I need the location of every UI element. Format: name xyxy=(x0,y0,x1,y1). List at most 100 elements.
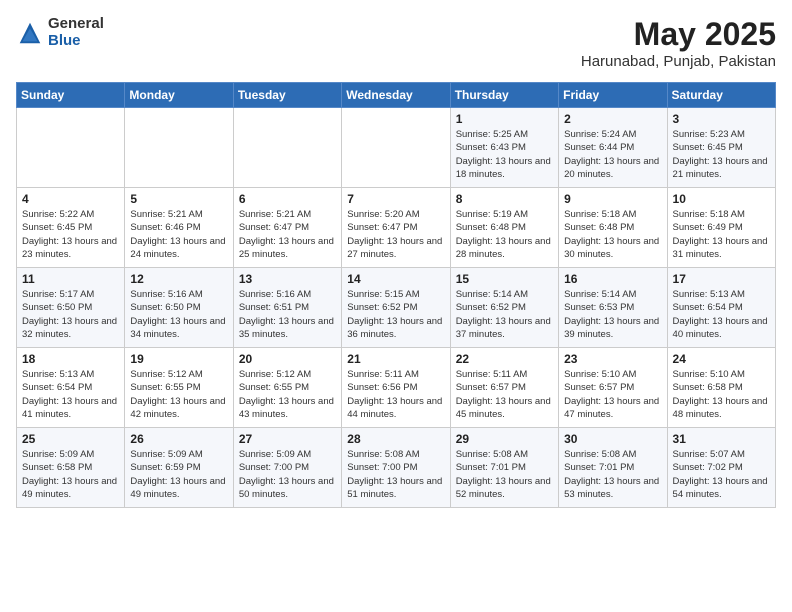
calendar-cell: 27 Sunrise: 5:09 AM Sunset: 7:00 PM Dayli… xyxy=(233,428,341,508)
calendar-cell: 18 Sunrise: 5:13 AM Sunset: 6:54 PM Dayli… xyxy=(17,348,125,428)
day-number: 3 xyxy=(673,112,770,126)
calendar-cell: 4 Sunrise: 5:22 AM Sunset: 6:45 PM Daylig… xyxy=(17,188,125,268)
logo-icon xyxy=(16,19,44,47)
cell-info: Sunrise: 5:11 AM Sunset: 6:56 PM Dayligh… xyxy=(347,368,444,421)
day-number: 1 xyxy=(456,112,553,126)
calendar-cell: 10 Sunrise: 5:18 AM Sunset: 6:49 PM Dayli… xyxy=(667,188,775,268)
day-number: 13 xyxy=(239,272,336,286)
cell-info: Sunrise: 5:09 AM Sunset: 6:58 PM Dayligh… xyxy=(22,448,119,501)
calendar-cell: 2Sunrise: 5:24 AM Sunset: 6:44 PM Daylig… xyxy=(559,108,667,188)
cell-info: Sunrise: 5:16 AM Sunset: 6:50 PM Dayligh… xyxy=(130,288,227,341)
day-number: 31 xyxy=(673,432,770,446)
logo-blue-text: Blue xyxy=(48,33,104,50)
day-number: 20 xyxy=(239,352,336,366)
header-day-monday: Monday xyxy=(125,83,233,108)
cell-info: Sunrise: 5:08 AM Sunset: 7:01 PM Dayligh… xyxy=(564,448,661,501)
day-number: 7 xyxy=(347,192,444,206)
calendar-cell: 1 Sunrise: 5:25 AM Sunset: 6:43 PM Daylig… xyxy=(450,108,558,188)
day-number: 27 xyxy=(239,432,336,446)
day-number: 9 xyxy=(564,192,661,206)
calendar-cell: 8Sunrise: 5:19 AM Sunset: 6:48 PM Daylig… xyxy=(450,188,558,268)
header-day-sunday: Sunday xyxy=(17,83,125,108)
day-number: 17 xyxy=(673,272,770,286)
day-number: 4 xyxy=(22,192,119,206)
day-number: 28 xyxy=(347,432,444,446)
cell-info: Sunrise: 5:25 AM Sunset: 6:43 PM Dayligh… xyxy=(456,128,553,181)
header-row: SundayMondayTuesdayWednesdayThursdayFrid… xyxy=(17,83,776,108)
calendar-cell: 20 Sunrise: 5:12 AM Sunset: 6:55 PM Dayli… xyxy=(233,348,341,428)
calendar-header: SundayMondayTuesdayWednesdayThursdayFrid… xyxy=(17,83,776,108)
cell-info: Sunrise: 5:22 AM Sunset: 6:45 PM Dayligh… xyxy=(22,208,119,261)
cell-info: Sunrise: 5:09 AM Sunset: 7:00 PM Dayligh… xyxy=(239,448,336,501)
cell-info: Sunrise: 5:21 AM Sunset: 6:47 PM Dayligh… xyxy=(239,208,336,261)
calendar-table: SundayMondayTuesdayWednesdayThursdayFrid… xyxy=(16,82,776,508)
calendar-cell: 12 Sunrise: 5:16 AM Sunset: 6:50 PM Dayli… xyxy=(125,268,233,348)
day-number: 2 xyxy=(564,112,661,126)
calendar-cell: 29 Sunrise: 5:08 AM Sunset: 7:01 PM Dayli… xyxy=(450,428,558,508)
cell-info: Sunrise: 5:17 AM Sunset: 6:50 PM Dayligh… xyxy=(22,288,119,341)
calendar-cell: 13 Sunrise: 5:16 AM Sunset: 6:51 PM Dayli… xyxy=(233,268,341,348)
day-number: 25 xyxy=(22,432,119,446)
day-number: 23 xyxy=(564,352,661,366)
cell-info: Sunrise: 5:21 AM Sunset: 6:46 PM Dayligh… xyxy=(130,208,227,261)
calendar-cell xyxy=(17,108,125,188)
week-row-3: 11 Sunrise: 5:17 AM Sunset: 6:50 PM Dayli… xyxy=(17,268,776,348)
cell-info: Sunrise: 5:19 AM Sunset: 6:48 PM Dayligh… xyxy=(456,208,553,261)
page-header: General Blue May 2025 Harunabad, Punjab,… xyxy=(16,16,776,70)
header-day-friday: Friday xyxy=(559,83,667,108)
cell-info: Sunrise: 5:23 AM Sunset: 6:45 PM Dayligh… xyxy=(673,128,770,181)
cell-info: Sunrise: 5:10 AM Sunset: 6:58 PM Dayligh… xyxy=(673,368,770,421)
calendar-cell xyxy=(233,108,341,188)
location: Harunabad, Punjab, Pakistan xyxy=(581,53,776,70)
cell-info: Sunrise: 5:18 AM Sunset: 6:49 PM Dayligh… xyxy=(673,208,770,261)
calendar-cell xyxy=(125,108,233,188)
cell-info: Sunrise: 5:12 AM Sunset: 6:55 PM Dayligh… xyxy=(130,368,227,421)
logo: General Blue xyxy=(16,16,104,49)
calendar-cell: 15Sunrise: 5:14 AM Sunset: 6:52 PM Dayli… xyxy=(450,268,558,348)
title-block: May 2025 Harunabad, Punjab, Pakistan xyxy=(581,16,776,70)
calendar-cell: 30 Sunrise: 5:08 AM Sunset: 7:01 PM Dayli… xyxy=(559,428,667,508)
week-row-1: 1 Sunrise: 5:25 AM Sunset: 6:43 PM Daylig… xyxy=(17,108,776,188)
cell-info: Sunrise: 5:15 AM Sunset: 6:52 PM Dayligh… xyxy=(347,288,444,341)
cell-info: Sunrise: 5:16 AM Sunset: 6:51 PM Dayligh… xyxy=(239,288,336,341)
day-number: 18 xyxy=(22,352,119,366)
calendar-cell: 31 Sunrise: 5:07 AM Sunset: 7:02 PM Dayli… xyxy=(667,428,775,508)
day-number: 6 xyxy=(239,192,336,206)
month-year: May 2025 xyxy=(581,16,776,53)
header-day-tuesday: Tuesday xyxy=(233,83,341,108)
calendar-cell: 23 Sunrise: 5:10 AM Sunset: 6:57 PM Dayli… xyxy=(559,348,667,428)
cell-info: Sunrise: 5:11 AM Sunset: 6:57 PM Dayligh… xyxy=(456,368,553,421)
cell-info: Sunrise: 5:07 AM Sunset: 7:02 PM Dayligh… xyxy=(673,448,770,501)
cell-info: Sunrise: 5:13 AM Sunset: 6:54 PM Dayligh… xyxy=(22,368,119,421)
calendar-body: 1 Sunrise: 5:25 AM Sunset: 6:43 PM Daylig… xyxy=(17,108,776,508)
cell-info: Sunrise: 5:09 AM Sunset: 6:59 PM Dayligh… xyxy=(130,448,227,501)
day-number: 11 xyxy=(22,272,119,286)
calendar-cell: 24 Sunrise: 5:10 AM Sunset: 6:58 PM Dayli… xyxy=(667,348,775,428)
day-number: 19 xyxy=(130,352,227,366)
day-number: 21 xyxy=(347,352,444,366)
day-number: 24 xyxy=(673,352,770,366)
header-day-thursday: Thursday xyxy=(450,83,558,108)
day-number: 15 xyxy=(456,272,553,286)
day-number: 12 xyxy=(130,272,227,286)
calendar-cell xyxy=(342,108,450,188)
week-row-4: 18 Sunrise: 5:13 AM Sunset: 6:54 PM Dayli… xyxy=(17,348,776,428)
day-number: 26 xyxy=(130,432,227,446)
header-day-wednesday: Wednesday xyxy=(342,83,450,108)
calendar-cell: 21 Sunrise: 5:11 AM Sunset: 6:56 PM Dayli… xyxy=(342,348,450,428)
day-number: 29 xyxy=(456,432,553,446)
cell-info: Sunrise: 5:14 AM Sunset: 6:53 PM Dayligh… xyxy=(564,288,661,341)
calendar-cell: 28 Sunrise: 5:08 AM Sunset: 7:00 PM Dayli… xyxy=(342,428,450,508)
cell-info: Sunrise: 5:08 AM Sunset: 7:00 PM Dayligh… xyxy=(347,448,444,501)
calendar-cell: 22Sunrise: 5:11 AM Sunset: 6:57 PM Dayli… xyxy=(450,348,558,428)
cell-info: Sunrise: 5:10 AM Sunset: 6:57 PM Dayligh… xyxy=(564,368,661,421)
week-row-2: 4 Sunrise: 5:22 AM Sunset: 6:45 PM Daylig… xyxy=(17,188,776,268)
cell-info: Sunrise: 5:12 AM Sunset: 6:55 PM Dayligh… xyxy=(239,368,336,421)
cell-info: Sunrise: 5:08 AM Sunset: 7:01 PM Dayligh… xyxy=(456,448,553,501)
day-number: 30 xyxy=(564,432,661,446)
calendar-cell: 25 Sunrise: 5:09 AM Sunset: 6:58 PM Dayli… xyxy=(17,428,125,508)
day-number: 10 xyxy=(673,192,770,206)
cell-info: Sunrise: 5:20 AM Sunset: 6:47 PM Dayligh… xyxy=(347,208,444,261)
calendar-cell: 16Sunrise: 5:14 AM Sunset: 6:53 PM Dayli… xyxy=(559,268,667,348)
cell-info: Sunrise: 5:18 AM Sunset: 6:48 PM Dayligh… xyxy=(564,208,661,261)
